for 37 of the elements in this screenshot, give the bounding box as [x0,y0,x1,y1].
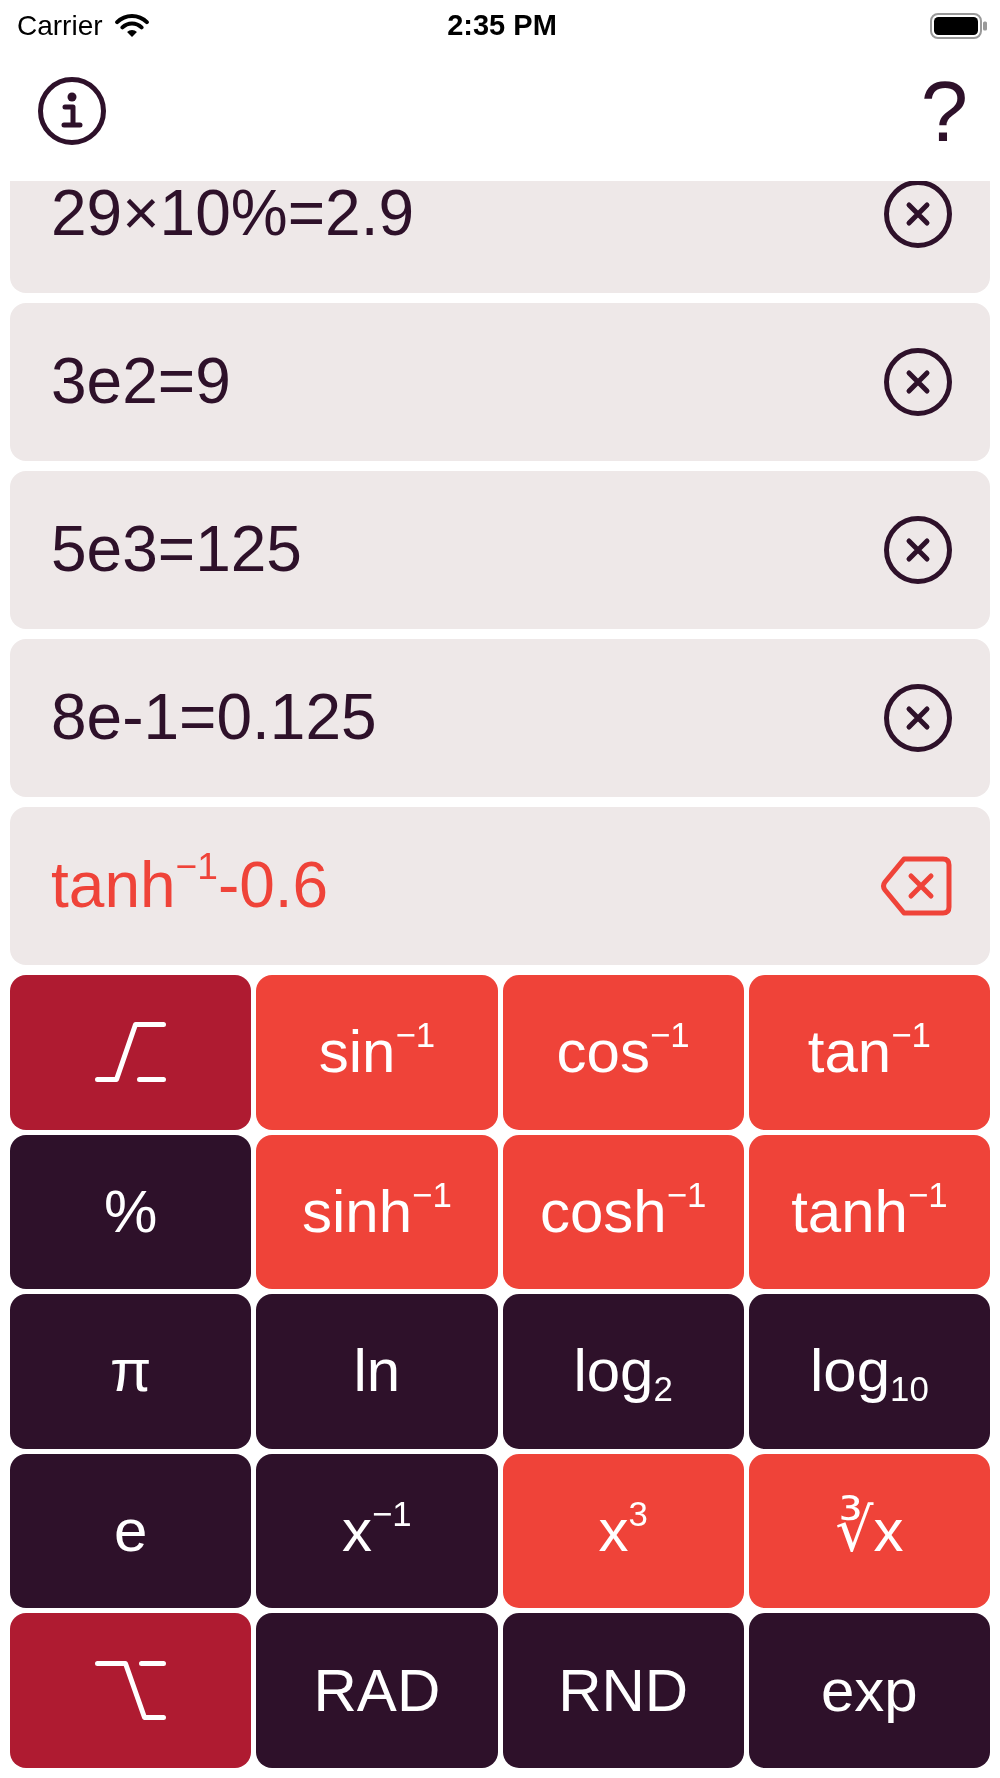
key-button[interactable]: % [10,1134,252,1290]
key-button[interactable]: sin$^{−1}$ [256,975,498,1130]
key-button[interactable]: x$^{−1}$ [256,1453,498,1609]
key-button[interactable]: log$_{2}$ [502,1294,744,1449]
clear-icon[interactable] [884,516,952,584]
key-button[interactable]: log$_{10}$ [748,1294,990,1449]
history-expression: 29×10%=2.9 [51,181,414,251]
clear-icon[interactable] [884,181,952,248]
clear-icon[interactable] [884,348,952,416]
key-button[interactable] [10,1613,252,1768]
battery-icon [930,12,987,39]
status-time: 2:35 PM [447,11,557,40]
key-button[interactable]: exp [748,1613,990,1768]
key-button[interactable]: π [10,1294,252,1449]
key-button[interactable] [10,975,252,1130]
key-button[interactable]: sinh$^{−1}$ [256,1134,498,1290]
key-button[interactable]: RND [502,1613,744,1768]
key-button[interactable]: RAD [256,1613,498,1768]
rising-step-icon [95,1022,167,1083]
carrier-label: Carrier [17,11,103,40]
help-button[interactable]: ? [920,68,968,154]
clear-icon[interactable] [884,684,952,752]
key-button[interactable]: cosh$^{−1}$ [502,1134,744,1290]
key-button[interactable]: cos$^{−1}$ [502,975,744,1130]
history-expression: 3e2=9 [51,345,231,419]
key-button[interactable]: e [10,1453,252,1609]
backspace-icon[interactable] [880,856,952,916]
info-icon[interactable] [38,77,106,145]
history-expression: 5e3=125 [51,513,302,587]
option-icon [95,1661,167,1721]
wifi-icon [114,12,149,39]
key-button[interactable]: tan$^{−1}$ [748,975,990,1130]
key-button[interactable]: tanh$^{−1}$ [748,1134,990,1290]
key-button[interactable]: ∛x [748,1453,990,1609]
key-button[interactable]: x$^{3}$ [502,1453,744,1609]
history-expression: 8e-1=0.125 [51,681,377,755]
key-button[interactable]: ln [256,1294,498,1449]
